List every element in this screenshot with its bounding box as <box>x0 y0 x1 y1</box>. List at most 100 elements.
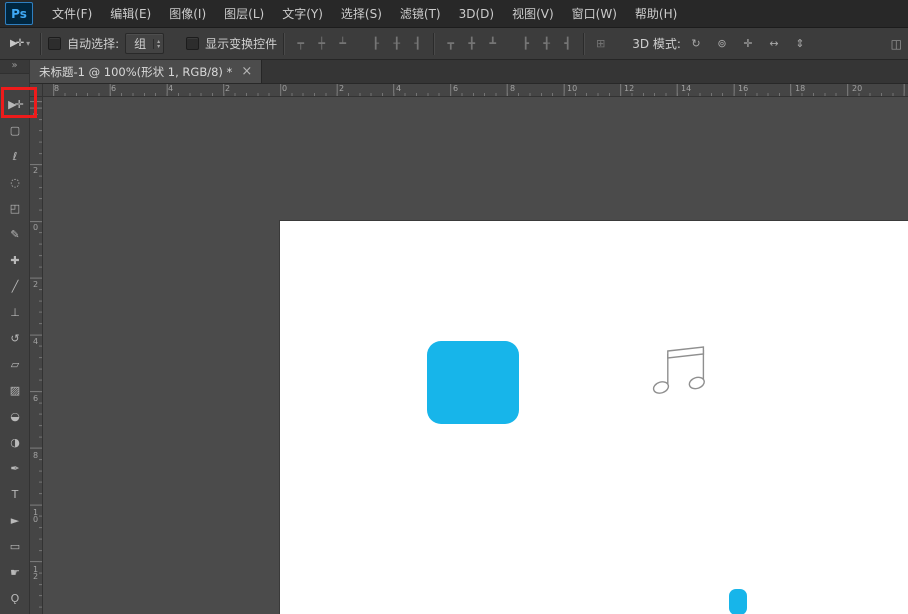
show-transform-controls-checkbox[interactable] <box>186 37 199 50</box>
distribute-right-edges-button[interactable]: ┫ <box>558 35 577 53</box>
ruler-label: 20 <box>852 84 862 93</box>
align-right-edges-button[interactable]: ┨ <box>408 35 427 53</box>
chevron-down-icon: ▾ <box>26 39 30 48</box>
quick-selection-icon: ◌ <box>10 176 20 189</box>
separator <box>283 33 285 55</box>
panel-toggle-icon[interactable]: ◫ <box>891 37 902 51</box>
auto-select-checkbox[interactable] <box>48 37 61 50</box>
rectangular-marquee-tool-button[interactable]: ▢ <box>2 118 28 142</box>
ruler-label: 2 <box>31 280 40 287</box>
ruler-label: 8 <box>510 84 515 93</box>
canvas-viewport[interactable] <box>43 97 908 614</box>
horizontal-ruler[interactable]: 8 6 4 2 0 2 4 6 8 10 12 14 16 18 20 <box>30 84 908 97</box>
3d-slide-button[interactable]: ↔ <box>765 35 783 53</box>
type-tool-button[interactable]: T <box>2 482 28 506</box>
menu-filter[interactable]: 滤镜(T) <box>391 0 450 27</box>
close-icon[interactable]: × <box>241 64 252 79</box>
crop-tool-button[interactable]: ◰ <box>2 196 28 220</box>
3d-slide-icon: ↔ <box>769 37 778 50</box>
ruler-label: 4 <box>31 109 40 116</box>
document-tab[interactable]: 未标题-1 @ 100%(形状 1, RGB/8) * × <box>30 60 262 83</box>
tool-preset-picker[interactable]: ▶✛ ▾ <box>6 38 34 49</box>
move-tool-button[interactable]: ▶✛ <box>2 92 28 116</box>
auto-select-target-dropdown[interactable]: 组 ▴ ▾ <box>125 33 164 54</box>
quick-selection-tool-button[interactable]: ◌ <box>2 170 28 194</box>
menu-view[interactable]: 视图(V) <box>503 0 563 27</box>
hand-tool-button[interactable]: ☛ <box>2 560 28 584</box>
ruler-label: 8 <box>54 84 59 93</box>
show-transform-controls-label: 显示变换控件 <box>205 35 277 52</box>
menu-layer[interactable]: 图层(L) <box>215 0 273 27</box>
music-note-shape <box>648 344 720 400</box>
spot-healing-brush-tool-button[interactable]: ✚ <box>2 248 28 272</box>
menu-type[interactable]: 文字(Y) <box>273 0 332 27</box>
logo-text: Ps <box>11 7 27 21</box>
align-bottom-edges-icon: ┷ <box>339 37 346 50</box>
zoom-tool-button[interactable]: Ǫ <box>2 586 28 610</box>
distribute-top-edges-button[interactable]: ┳ <box>441 35 460 53</box>
align-horizontal-group: ┠ ╂ ┨ <box>366 35 427 53</box>
menu-help[interactable]: 帮助(H) <box>626 0 686 27</box>
history-brush-tool-button[interactable]: ↺ <box>2 326 28 350</box>
blur-tool-button[interactable]: ◒ <box>2 404 28 428</box>
auto-align-layers-button[interactable]: ⊞ <box>591 35 610 53</box>
dodge-icon: ◑ <box>10 436 20 449</box>
eyedropper-icon: ✎ <box>10 228 19 241</box>
rounded-rectangle-shape <box>427 341 519 424</box>
ruler-label: 16 <box>738 84 748 93</box>
gradient-tool-button[interactable]: ▨ <box>2 378 28 402</box>
ruler-label: 18 <box>795 84 805 93</box>
eraser-tool-button[interactable]: ▱ <box>2 352 28 376</box>
menu-image[interactable]: 图像(I) <box>160 0 215 27</box>
menu-edit[interactable]: 编辑(E) <box>101 0 160 27</box>
menu-file[interactable]: 文件(F) <box>43 0 101 27</box>
document-tab-title: 未标题-1 @ 100%(形状 1, RGB/8) * <box>39 64 232 80</box>
menu-window[interactable]: 窗口(W) <box>563 0 626 27</box>
ruler-label: 6 <box>453 84 458 93</box>
distribute-horizontal-group: ┣ ╉ ┫ <box>516 35 577 53</box>
pen-tool-button[interactable]: ✒ <box>2 456 28 480</box>
distribute-left-edges-button[interactable]: ┣ <box>516 35 535 53</box>
distribute-bottom-edges-icon: ┻ <box>489 37 496 50</box>
separator <box>433 33 435 55</box>
path-selection-icon: ► <box>11 514 19 527</box>
ruler-label: 2 <box>225 84 230 93</box>
lasso-tool-button[interactable]: ℓ <box>2 144 28 168</box>
3d-mode-label: 3D 模式: <box>632 35 681 52</box>
3d-rotate-icon: ↻ <box>691 37 700 50</box>
type-icon: T <box>12 488 19 501</box>
collapse-panel-icon[interactable]: » <box>0 60 29 74</box>
ruler-ticks <box>30 93 908 97</box>
dropdown-spinner-icon: ▴ ▾ <box>153 39 160 49</box>
3d-drag-button[interactable]: ✛ <box>739 35 757 53</box>
tools-panel: » ▶✛ ▢ ℓ ◌ ◰ ✎ ✚ ╱ ⊥ ↺ ▱ ▨ ◒ ◑ ✒ T ► ▭ ☛… <box>0 60 30 614</box>
rectangle-shape-tool-button[interactable]: ▭ <box>2 534 28 558</box>
3d-scale-button[interactable]: ⇕ <box>791 35 809 53</box>
3d-roll-button[interactable]: ⊚ <box>713 35 731 53</box>
document-tab-bar: 未标题-1 @ 100%(形状 1, RGB/8) * × <box>30 60 908 84</box>
ruler-label: 2 <box>31 166 40 173</box>
align-left-edges-button[interactable]: ┠ <box>366 35 385 53</box>
distribute-horizontal-centers-button[interactable]: ╉ <box>537 35 556 53</box>
dodge-tool-button[interactable]: ◑ <box>2 430 28 454</box>
clone-stamp-tool-button[interactable]: ⊥ <box>2 300 28 324</box>
ruler-label: 6 <box>111 84 116 93</box>
align-top-edges-button[interactable]: ┯ <box>291 35 310 53</box>
align-vertical-centers-button[interactable]: ┿ <box>312 35 331 53</box>
align-horizontal-centers-button[interactable]: ╂ <box>387 35 406 53</box>
vertical-ruler[interactable]: 4 2 0 2 4 6 8 10 12 <box>30 97 43 614</box>
eyedropper-tool-button[interactable]: ✎ <box>2 222 28 246</box>
3d-rotate-button[interactable]: ↻ <box>687 35 705 53</box>
distribute-bottom-edges-button[interactable]: ┻ <box>483 35 502 53</box>
auto-align-layers-icon: ⊞ <box>596 37 605 50</box>
menu-select[interactable]: 选择(S) <box>332 0 391 27</box>
canvas-document[interactable] <box>280 221 908 614</box>
path-selection-tool-button[interactable]: ► <box>2 508 28 532</box>
shape-icon: ▭ <box>10 540 20 553</box>
move-tool-icon: ▶✛ <box>10 38 22 49</box>
brush-tool-button[interactable]: ╱ <box>2 274 28 298</box>
distribute-vertical-centers-button[interactable]: ╋ <box>462 35 481 53</box>
menu-3d[interactable]: 3D(D) <box>450 0 503 27</box>
align-bottom-edges-button[interactable]: ┷ <box>333 35 352 53</box>
distribute-right-edges-icon: ┫ <box>564 37 571 50</box>
